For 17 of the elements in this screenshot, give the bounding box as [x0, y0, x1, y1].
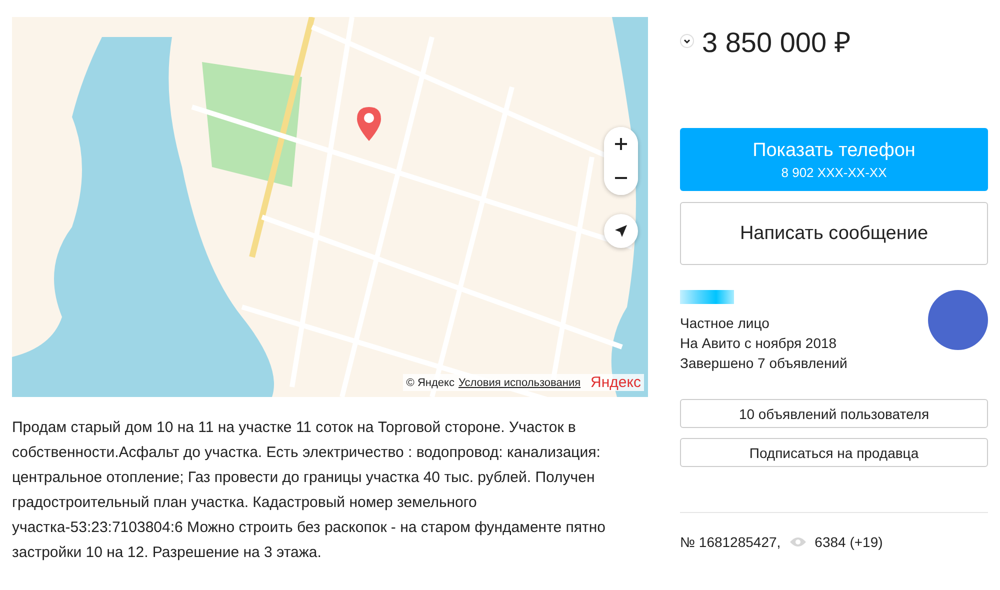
eye-icon [788, 536, 807, 548]
seller-since: На Авито с ноября 2018 [680, 334, 838, 353]
navigation-arrow-icon [614, 224, 628, 238]
ad-number: № 1681285427, [680, 534, 781, 550]
completed-ads: Завершено 7 объявлений [680, 354, 848, 373]
map-logo: Яндекс [590, 374, 641, 391]
seller-button[interactable]: 10 объявлений пользователя [680, 399, 988, 428]
map-attribution: © Яндекс [406, 376, 454, 388]
seller-button[interactable]: Подписаться на продавца [680, 438, 988, 467]
ad-description: Продам старый дом 10 на 11 на участке 11 соток на Торговой стороне. Участок в собственности.Асфальт до участка. Есть электричество : водопровод: канализация: центральное отопление; Газ провести до границы участка 40 тыс. рублей. Получен градостроительный план участка. Кадастровый номер земельного участка-53:23:7103804:6 Можно строить без раскопок - на старом фундаменте пятно застройки 10 на 12. Разрешение на 3 этажа. [12, 418, 607, 563]
seller-type: Частное лицо [680, 314, 770, 333]
terms-link[interactable]: Условия использования [458, 376, 581, 388]
chevron-down-icon[interactable] [680, 34, 694, 48]
view-count: 6384 (+19) [814, 534, 883, 550]
write-message-button[interactable]: Написать сообщение [680, 202, 988, 265]
price: 3 850 000 ₽ [702, 26, 850, 60]
plus-icon [614, 137, 628, 151]
